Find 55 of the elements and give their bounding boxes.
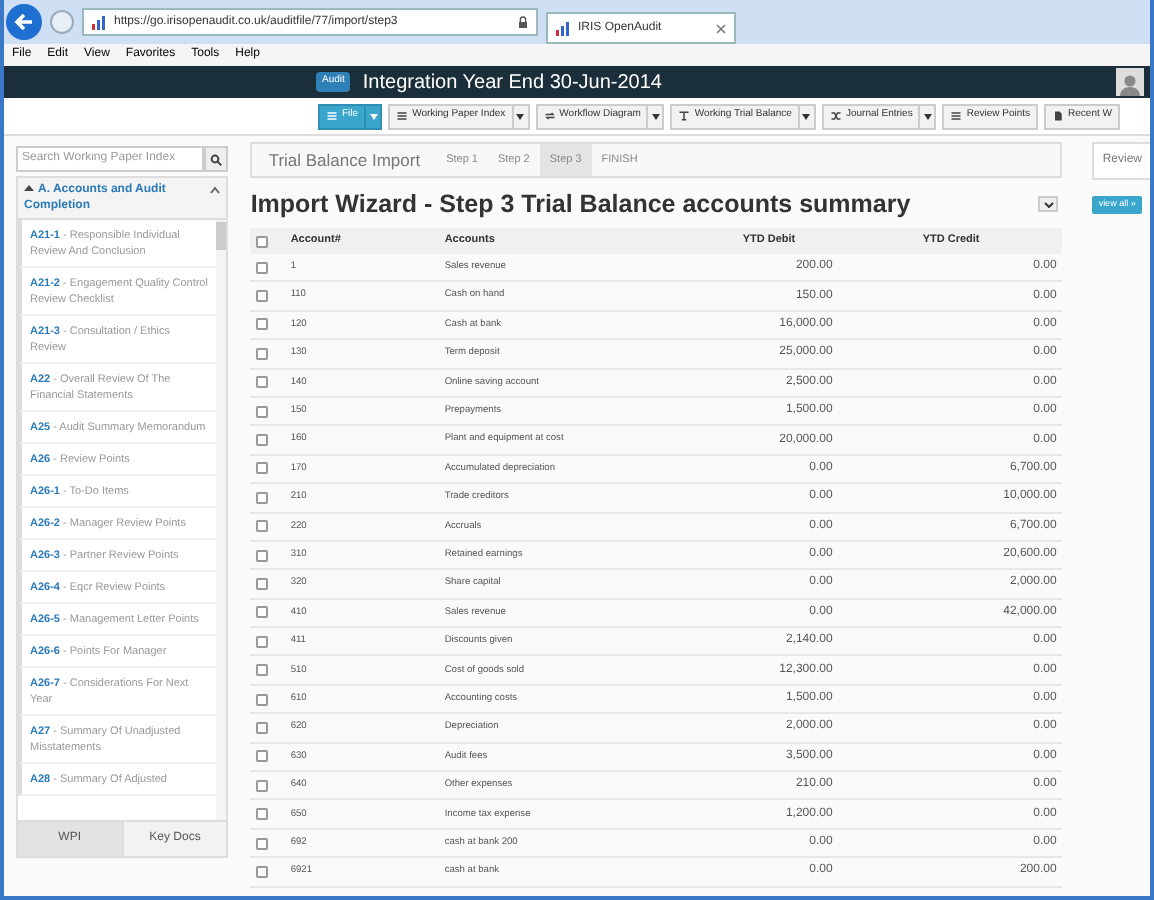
site-icon <box>92 15 106 29</box>
list-icon <box>326 110 338 122</box>
dropdown-button[interactable] <box>920 103 937 129</box>
arrows-icon <box>543 110 556 122</box>
checkbox[interactable] <box>256 577 269 590</box>
chevron-down-icon <box>1043 201 1054 207</box>
user-avatar[interactable] <box>1116 68 1144 96</box>
back-arrow-icon <box>14 12 34 32</box>
checkbox[interactable] <box>256 318 269 331</box>
checkbox[interactable] <box>256 606 269 619</box>
caret-icon <box>369 113 378 119</box>
checkbox[interactable] <box>256 837 269 849</box>
search-button[interactable] <box>204 146 229 172</box>
caret-icon <box>651 113 660 119</box>
checkbox[interactable] <box>256 635 269 648</box>
checkbox[interactable] <box>256 865 269 878</box>
caret-icon <box>802 113 811 119</box>
caret-icon <box>923 113 932 119</box>
checkbox[interactable] <box>256 520 269 533</box>
close-icon[interactable] <box>716 23 726 33</box>
collapse-button[interactable] <box>1038 196 1059 212</box>
checkbox[interactable] <box>256 750 269 763</box>
checkbox[interactable] <box>256 549 269 562</box>
checkbox[interactable] <box>256 462 269 475</box>
scale-icon <box>678 110 691 122</box>
checkbox[interactable] <box>256 693 269 706</box>
search-icon <box>210 153 223 165</box>
back-button[interactable] <box>6 4 42 40</box>
checkbox[interactable] <box>256 235 269 247</box>
caret-icon[interactable] <box>24 184 34 193</box>
checkbox[interactable] <box>256 721 269 734</box>
lock-icon <box>518 16 528 28</box>
page-heading: Import Wizard - Step 3 Trial Balance accounts summary <box>250 187 911 222</box>
checkbox[interactable] <box>256 434 269 447</box>
checkbox[interactable] <box>256 491 269 504</box>
checkbox[interactable] <box>256 808 269 821</box>
dropdown-button[interactable] <box>648 103 665 129</box>
list-icon <box>950 110 963 122</box>
checkbox[interactable] <box>256 261 269 274</box>
checkbox[interactable] <box>256 290 269 303</box>
list-icon <box>396 110 409 122</box>
caret-icon <box>516 113 525 119</box>
file-title: Integration Year End 30-Jun-2014 <box>362 69 664 97</box>
checkbox[interactable] <box>256 779 269 792</box>
checkbox[interactable] <box>256 405 269 418</box>
scrollbar[interactable] <box>216 220 227 820</box>
checkbox[interactable] <box>256 664 269 677</box>
forward-button[interactable] <box>50 10 74 34</box>
document-icon <box>1052 110 1065 122</box>
scroll-up-icon[interactable] <box>210 186 221 194</box>
wizard-title: Trial Balance Import <box>266 147 423 174</box>
checkbox[interactable] <box>256 376 269 389</box>
site-icon <box>556 21 570 35</box>
checkbox[interactable] <box>256 347 269 360</box>
shuffle-icon <box>829 110 842 122</box>
